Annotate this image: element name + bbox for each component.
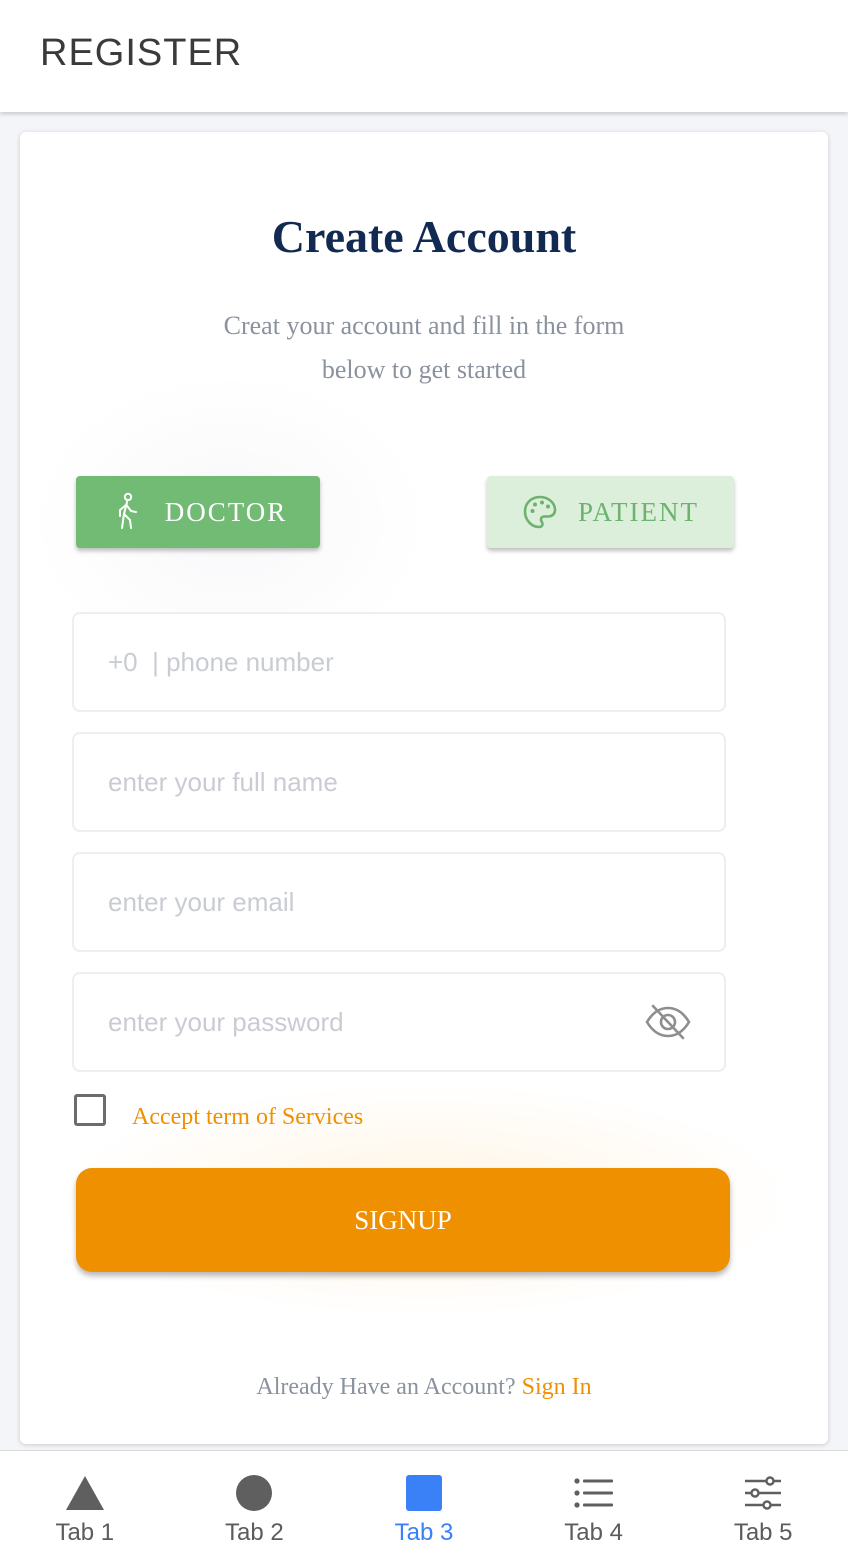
terms-checkbox[interactable] [74, 1094, 106, 1126]
signin-prompt-text: Already Have an Account? [256, 1374, 516, 1400]
tab-2[interactable]: Tab 2 [170, 1451, 340, 1564]
palette-icon [522, 492, 558, 532]
sliders-icon [743, 1473, 783, 1513]
password-field [72, 972, 726, 1072]
tab-label: Tab 3 [394, 1519, 454, 1546]
doctor-role-label: DOCTOR [164, 496, 288, 527]
full-name-field [72, 732, 726, 832]
app-header: REGISTER [0, 0, 848, 112]
signin-link[interactable]: Sign In [522, 1374, 592, 1400]
tab-label: Tab 4 [564, 1519, 623, 1546]
tab-3[interactable]: Tab 3 [339, 1451, 509, 1564]
password-input[interactable] [106, 974, 626, 1070]
page-title: REGISTER [40, 32, 243, 74]
tab-label: Tab 2 [225, 1519, 284, 1546]
tab-label: Tab 5 [733, 1519, 793, 1546]
register-card: Create Account Creat your account and fi… [20, 132, 828, 1444]
square-icon [404, 1473, 444, 1513]
patient-role-button[interactable]: PATIENT [487, 476, 734, 548]
triangle-icon [65, 1473, 105, 1513]
tab-bar: Tab 1 Tab 2 Tab 3 Tab 4 Tab 5 [0, 1450, 848, 1564]
card-title: Create Account [271, 211, 577, 262]
phone-input[interactable] [106, 614, 626, 710]
tab-5[interactable]: Tab 5 [678, 1451, 848, 1564]
phone-field [72, 612, 726, 712]
signup-button-label: SIGNUP [354, 1204, 452, 1235]
doctor-role-button[interactable]: DOCTOR [76, 476, 320, 548]
walking-person-icon [109, 492, 145, 532]
signin-prompt: Already Have an Account? Sign In [20, 1374, 828, 1401]
full-name-input[interactable] [106, 734, 626, 830]
patient-role-label: PATIENT [577, 496, 699, 527]
card-subtitle: Creat your account and fill in the form … [174, 304, 674, 392]
tab-label: Tab 1 [55, 1519, 115, 1546]
email-field [72, 852, 726, 952]
email-input[interactable] [106, 854, 626, 950]
circle-icon [234, 1473, 274, 1513]
tab-4[interactable]: Tab 4 [509, 1451, 679, 1564]
subtitle-line: Creat your account and fill in the form [223, 311, 625, 340]
tab-1[interactable]: Tab 1 [0, 1451, 170, 1564]
subtitle-line: below to get started [321, 355, 527, 384]
eye-off-icon[interactable] [644, 1002, 692, 1042]
signup-button[interactable]: SIGNUP [76, 1168, 730, 1272]
list-icon [573, 1473, 614, 1513]
terms-label[interactable]: Accept term of Services [132, 1104, 363, 1131]
